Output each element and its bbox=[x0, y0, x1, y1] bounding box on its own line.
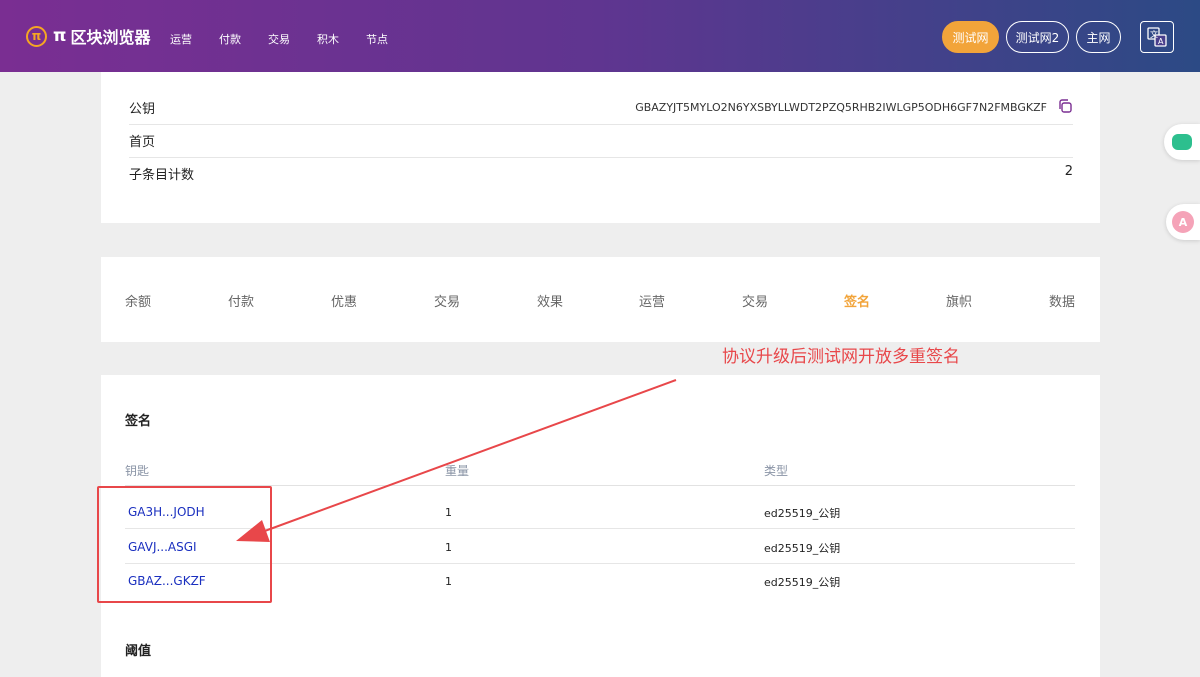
chat-icon bbox=[1172, 134, 1192, 150]
chat-float-button[interactable] bbox=[1164, 124, 1200, 160]
translate-float-button[interactable]: A bbox=[1166, 204, 1200, 240]
translate-float-icon: A bbox=[1172, 211, 1194, 233]
annotation-arrow bbox=[236, 379, 677, 542]
